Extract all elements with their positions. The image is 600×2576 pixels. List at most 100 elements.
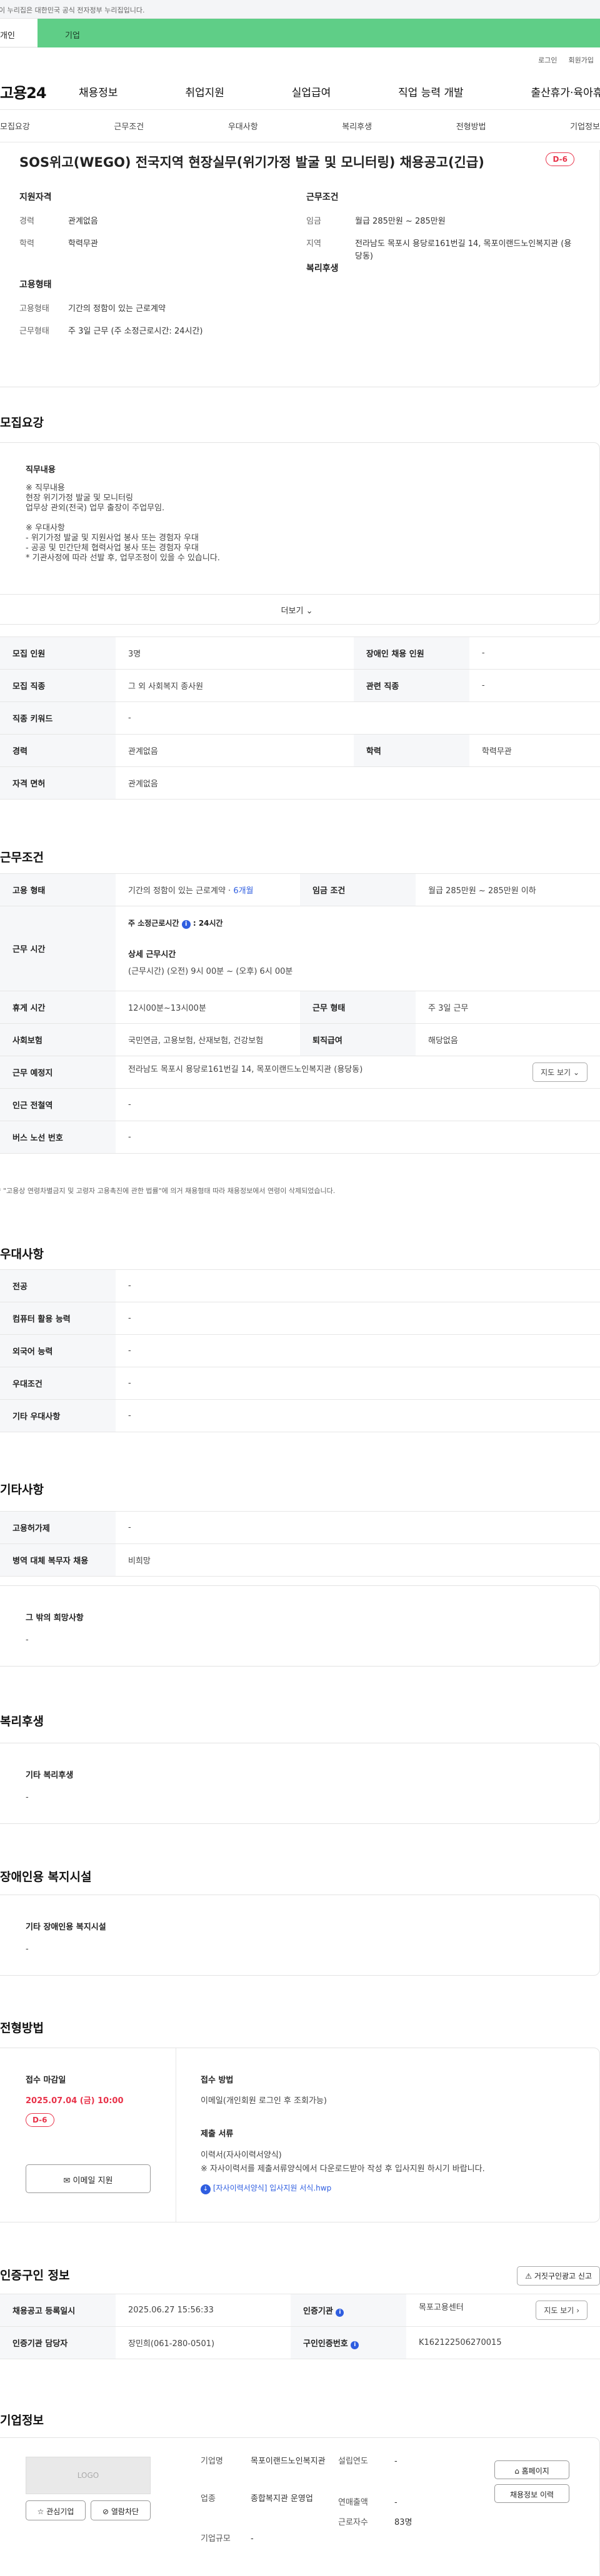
value: 종합복지관 운영업 xyxy=(251,2494,313,2504)
label: 학력 xyxy=(353,734,469,767)
report-button[interactable]: ⚠ 거짓구인광고 신고 xyxy=(517,2266,600,2286)
gnb-jobs[interactable]: 채용정보 xyxy=(79,84,118,99)
label: 버스 노선 번호 xyxy=(0,1121,116,1154)
desc-line: - 공공 및 민간단체 협력사업 봉사 또는 경험자 우대 xyxy=(26,543,199,553)
favorite-company-button[interactable]: ☆ 관심기업 xyxy=(26,2500,86,2520)
job-history-button[interactable]: 채용정보 이력 xyxy=(494,2484,569,2503)
gnb-employment-support[interactable]: 취업지원 xyxy=(185,84,224,99)
label: 기업규모 xyxy=(201,2534,231,2544)
value: 3명 xyxy=(116,637,354,670)
value: - xyxy=(116,1088,600,1121)
etc-heading: 기타사항 xyxy=(0,1483,44,1497)
label: 사회보험 xyxy=(0,1023,116,1056)
label: 채용공고 등록일시 xyxy=(0,2294,116,2327)
job-title: SOS위고(WEGO) 전국지역 현장실무(위기가정 발굴 및 모니터링) 채용… xyxy=(19,155,484,170)
label: 외국어 능력 xyxy=(0,1334,116,1367)
cert-map-button[interactable]: 지도 보기 › xyxy=(536,2301,588,2320)
tab-personal[interactable]: 개인 xyxy=(0,19,38,47)
label: 컴퓨터 활용 능력 xyxy=(0,1302,116,1335)
label: 근무 형태 xyxy=(300,991,416,1024)
label: 모집 인원 xyxy=(0,637,116,670)
info-icon[interactable]: i xyxy=(181,920,191,929)
value: -83명 xyxy=(394,2498,412,2527)
email-apply-button[interactable]: ✉ 이메일 지원 xyxy=(26,2164,151,2193)
subnav-process[interactable]: 전형방법 xyxy=(456,120,486,132)
value: - xyxy=(116,1334,600,1367)
desc-line: - 위기가정 발굴 및 지원사업 봉사 또는 경험자 우대 xyxy=(26,533,199,543)
label: 근무 예정지 xyxy=(0,1056,116,1089)
desc-line xyxy=(26,513,568,523)
value: 주 3일 근무 (주 소정근로시간: 24시간) xyxy=(68,327,203,336)
signup-link[interactable]: 회원가입 xyxy=(569,55,594,74)
login-link[interactable]: 로그인 xyxy=(538,55,557,74)
value: 국민연금, 고용보험, 산재보험, 건강보험 xyxy=(116,1023,300,1056)
label: 기업명 xyxy=(201,2457,223,2466)
value: - xyxy=(116,1399,600,1432)
box-value: - xyxy=(26,1635,29,1645)
box-heading: 그 밖의 희망사항 xyxy=(26,1613,84,1623)
value: - xyxy=(469,637,600,670)
subnav-welfare[interactable]: 복리후생 xyxy=(342,120,372,132)
etc-table: 고용허가제 - 병역 대체 복무자 채용 비희망 xyxy=(0,1511,600,1577)
emp-heading: 고용형태 xyxy=(19,280,52,290)
block-company-button[interactable]: ⊘ 열람차단 xyxy=(91,2500,151,2520)
value: 비희망 xyxy=(116,1543,600,1577)
cert-heading: 인증구인 정보 xyxy=(0,2269,70,2282)
homepage-button[interactable]: ⌂ 홈페이지 xyxy=(494,2460,569,2479)
job-description-box: 직무내용 ※ 직무내용 현장 위기가정 발굴 및 모니터링 업무상 관외(전국) 업… xyxy=(0,442,600,625)
label: 근무형태 xyxy=(19,327,49,336)
gnb-leave[interactable]: 출산휴가·육아휴직 xyxy=(531,84,600,99)
label: 병역 대체 복무자 채용 xyxy=(0,1543,116,1577)
label: 업종 xyxy=(201,2494,216,2504)
subnav-recruit[interactable]: 모집요강 xyxy=(0,120,30,132)
site-logo[interactable]: 고용24 xyxy=(0,81,79,102)
util-links: 로그인 회원가입 xyxy=(0,47,600,74)
welfare-box: 기타 복리후생 - xyxy=(0,1743,600,1824)
value: K162122506270015 xyxy=(406,2326,600,2359)
value: 전라남도 목포시 용당로161번길 14, 목포이랜드노인복지관 (용당동) xyxy=(128,1065,363,1074)
welfare-heading: 복리후생 xyxy=(0,1715,44,1728)
condition-table: 고용 형태 기간의 정함이 있는 근로계약 · 6개월 임금 조건 월급 285만원 … xyxy=(0,873,600,1154)
value: 관계없음 xyxy=(116,766,600,800)
value: - xyxy=(469,669,600,702)
value: - xyxy=(251,2534,254,2544)
label: 임금 조건 xyxy=(300,873,416,906)
hours-label: 주 소정근로시간 xyxy=(128,919,179,928)
info-icon[interactable]: i xyxy=(336,2308,344,2317)
box-value: - xyxy=(26,1944,29,1954)
label: 전공 xyxy=(0,1269,116,1302)
label: 기타 우대사항 xyxy=(0,1399,116,1432)
info-icon[interactable]: i xyxy=(351,2341,359,2349)
site-tabs: 개인 기업 xyxy=(0,19,600,47)
process-heading: 전형방법 xyxy=(0,2021,44,2035)
welfare-heading: 복리후생 xyxy=(306,264,339,274)
doc-download-link[interactable]: ↓ [자사이력서양식] 입사지원 서식.hwp xyxy=(201,2182,574,2194)
value: - xyxy=(116,1367,600,1400)
more-button[interactable]: 더보기 ⌄ xyxy=(0,594,599,624)
desc-line: * 기관사정에 따라 선발 후, 업무조정이 있을 수 있습니다. xyxy=(26,553,220,563)
subnav-preference[interactable]: 우대사항 xyxy=(228,120,258,132)
label: 고용형태 xyxy=(19,304,49,314)
desc-line: 현장 위기가정 발굴 및 모니터링 xyxy=(26,493,134,503)
job-summary-card: SOS위고(WEGO) 전국지역 현장실무(위기가정 발굴 및 모니터링) 채용… xyxy=(0,150,600,387)
label: 연매출액 근로자수 xyxy=(338,2498,368,2527)
dday-badge: D-6 xyxy=(26,2113,54,2127)
value: 주 3일 근무 xyxy=(416,991,600,1024)
value: 학력무관 xyxy=(68,239,98,249)
label: 설립연도 xyxy=(338,2457,368,2466)
gnb-training[interactable]: 직업 능력 개발 xyxy=(398,84,464,99)
recruit-table: 모집 인원 3명 장애인 채용 인원 - 모집 직종 그 외 사회복지 종사원 관련 직종… xyxy=(0,637,600,800)
gnb-unemployment[interactable]: 실업급여 xyxy=(292,84,331,99)
map-button[interactable]: 지도 보기 ⌄ xyxy=(532,1063,588,1082)
desc-line: ※ 직무내용 xyxy=(26,483,65,493)
alert-icon: ⚠ xyxy=(525,2272,532,2281)
label: 학력 xyxy=(19,239,34,249)
subnav-condition[interactable]: 근무조건 xyxy=(114,120,144,132)
value: 기간의 정함이 있는 근로계약 xyxy=(68,304,166,314)
subnav-company[interactable]: 기업정보 xyxy=(570,120,600,132)
label: 인근 전철역 xyxy=(0,1088,116,1121)
doc-line: ※ 자사이력서를 제출서류양식에서 다운로드받아 작성 후 입사지원 하시기 바… xyxy=(201,2164,485,2174)
label: 직종 키워드 xyxy=(0,701,116,735)
tab-company[interactable]: 기업 xyxy=(38,19,600,47)
age-note: * "고용상 연령차별금지 및 고령자 고용촉진에 관한 법률"에 의거 채용형… xyxy=(0,1187,336,1195)
